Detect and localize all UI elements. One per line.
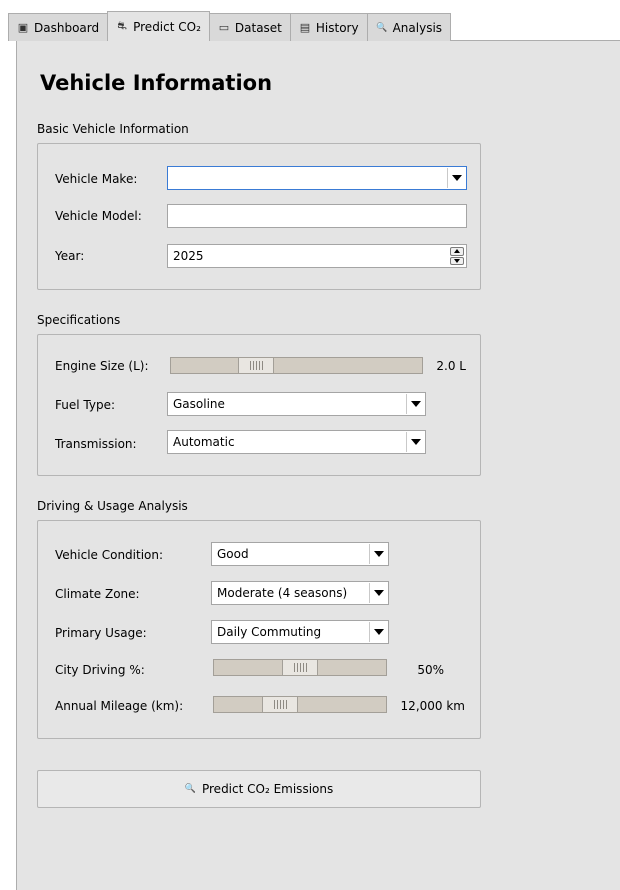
primary-usage-value: Daily Commuting	[217, 625, 322, 639]
vehicle-model-field[interactable]	[167, 204, 467, 228]
annual-mileage-slider[interactable]	[213, 696, 387, 713]
city-driving-label: City Driving %:	[55, 663, 145, 677]
climate-zone-label: Climate Zone:	[55, 587, 140, 601]
vehicle-make-dropdown-button[interactable]	[447, 168, 465, 188]
chevron-down-icon	[373, 551, 384, 557]
tab-dataset[interactable]: ▭ Dataset	[208, 13, 291, 41]
transmission-dropdown-button[interactable]	[406, 432, 424, 452]
annual-mileage-value: 12,000 km	[400, 699, 465, 713]
vehicle-make-label: Vehicle Make:	[55, 172, 138, 186]
engine-size-slider[interactable]	[170, 357, 423, 374]
magnifier-icon: 🔍	[184, 784, 196, 794]
predict-button-label: Predict CO₂ Emissions	[201, 782, 334, 796]
primary-usage-label: Primary Usage:	[55, 626, 147, 640]
spin-down-button[interactable]	[450, 256, 464, 265]
engine-size-slider-thumb[interactable]	[238, 357, 274, 374]
primary-usage-combobox[interactable]: Daily Commuting	[211, 620, 389, 644]
chevron-down-icon	[373, 629, 384, 635]
vehicle-model-label: Vehicle Model:	[55, 209, 142, 223]
vehicle-condition-dropdown-button[interactable]	[369, 544, 387, 564]
tab-strip: ▣ Dashboard ⛐ Predict CO₂ ▭ Dataset ▤ Hi…	[8, 11, 452, 41]
chart-icon: ▤	[299, 21, 311, 34]
vehicle-condition-label: Vehicle Condition:	[55, 548, 164, 562]
folder-icon: ▭	[218, 21, 230, 34]
section-label-specs: Specifications	[37, 313, 121, 327]
tab-label: Analysis	[392, 20, 443, 35]
year-spinner[interactable]: 2025	[167, 244, 467, 268]
year-label: Year:	[55, 249, 85, 263]
transmission-value: Automatic	[173, 435, 235, 449]
fuel-type-combobox[interactable]: Gasoline	[167, 392, 426, 416]
vehicle-condition-combobox[interactable]: Good	[211, 542, 389, 566]
tab-label: Dashboard	[34, 20, 100, 35]
tab-label: Dataset	[234, 20, 282, 35]
engine-size-value: 2.0 L	[436, 359, 466, 373]
section-label-basic: Basic Vehicle Information	[37, 122, 189, 136]
tab-label: Predict CO₂	[133, 19, 201, 34]
vehicle-make-combobox[interactable]	[167, 166, 467, 190]
arrow-up-icon	[454, 249, 460, 254]
chevron-down-icon	[410, 401, 421, 407]
fuel-type-dropdown-button[interactable]	[406, 394, 424, 414]
city-driving-slider-thumb[interactable]	[282, 659, 318, 676]
fuel-type-label: Fuel Type:	[55, 398, 115, 412]
annual-mileage-label: Annual Mileage (km):	[55, 699, 184, 713]
car-icon: ⛐	[117, 19, 127, 32]
year-spin-buttons	[450, 247, 464, 265]
predict-co2-button[interactable]: 🔍 Predict CO₂ Emissions	[37, 770, 481, 808]
spin-up-button[interactable]	[450, 247, 464, 256]
tab-history[interactable]: ▤ History	[289, 13, 368, 41]
chevron-down-icon	[451, 175, 462, 181]
section-label-driving: Driving & Usage Analysis	[37, 499, 188, 513]
tab-predict-co2[interactable]: ⛐ Predict CO₂	[107, 11, 210, 41]
arrow-down-icon	[454, 258, 460, 263]
year-value: 2025	[173, 249, 204, 263]
city-driving-value: 50%	[417, 663, 444, 677]
tab-label: History	[315, 20, 359, 35]
chevron-down-icon	[373, 590, 384, 596]
climate-zone-dropdown-button[interactable]	[369, 583, 387, 603]
city-driving-slider[interactable]	[213, 659, 387, 676]
transmission-label: Transmission:	[55, 437, 137, 451]
dashboard-icon: ▣	[17, 21, 29, 34]
tab-dashboard[interactable]: ▣ Dashboard	[8, 13, 109, 41]
engine-size-label: Engine Size (L):	[55, 359, 149, 373]
tab-analysis[interactable]: 🔍 Analysis	[366, 13, 452, 41]
fuel-type-value: Gasoline	[173, 397, 225, 411]
annual-mileage-slider-thumb[interactable]	[262, 696, 298, 713]
vehicle-condition-value: Good	[217, 547, 249, 561]
climate-zone-combobox[interactable]: Moderate (4 seasons)	[211, 581, 389, 605]
primary-usage-dropdown-button[interactable]	[369, 622, 387, 642]
magnifier-icon: 🔍	[375, 22, 388, 33]
transmission-combobox[interactable]: Automatic	[167, 430, 426, 454]
climate-zone-value: Moderate (4 seasons)	[217, 586, 348, 600]
chevron-down-icon	[410, 439, 421, 445]
page-title: Vehicle Information	[40, 71, 273, 95]
